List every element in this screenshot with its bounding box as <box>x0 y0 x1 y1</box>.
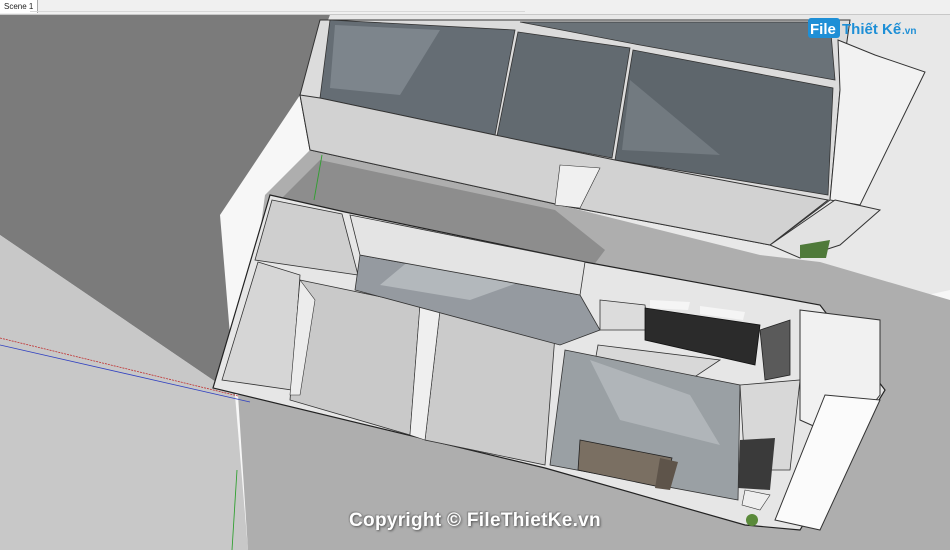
logo-part-thietke: Thiết Kế <box>842 21 902 38</box>
filethietke-logo: File Thiết Kế .vn <box>808 14 923 40</box>
logo-part-file: File <box>810 21 836 38</box>
logo-part-vn: .vn <box>902 26 916 37</box>
tab-strip-line <box>30 2 525 12</box>
3d-model-viewport[interactable] <box>0 15 950 550</box>
sketchup-window: Scene 1 File Thiết Kế .vn Copyright © Fi… <box>0 0 950 550</box>
copyright-watermark: Copyright © FileThietKe.vn <box>349 510 601 531</box>
scene-tab-bar: Scene 1 <box>0 0 950 15</box>
